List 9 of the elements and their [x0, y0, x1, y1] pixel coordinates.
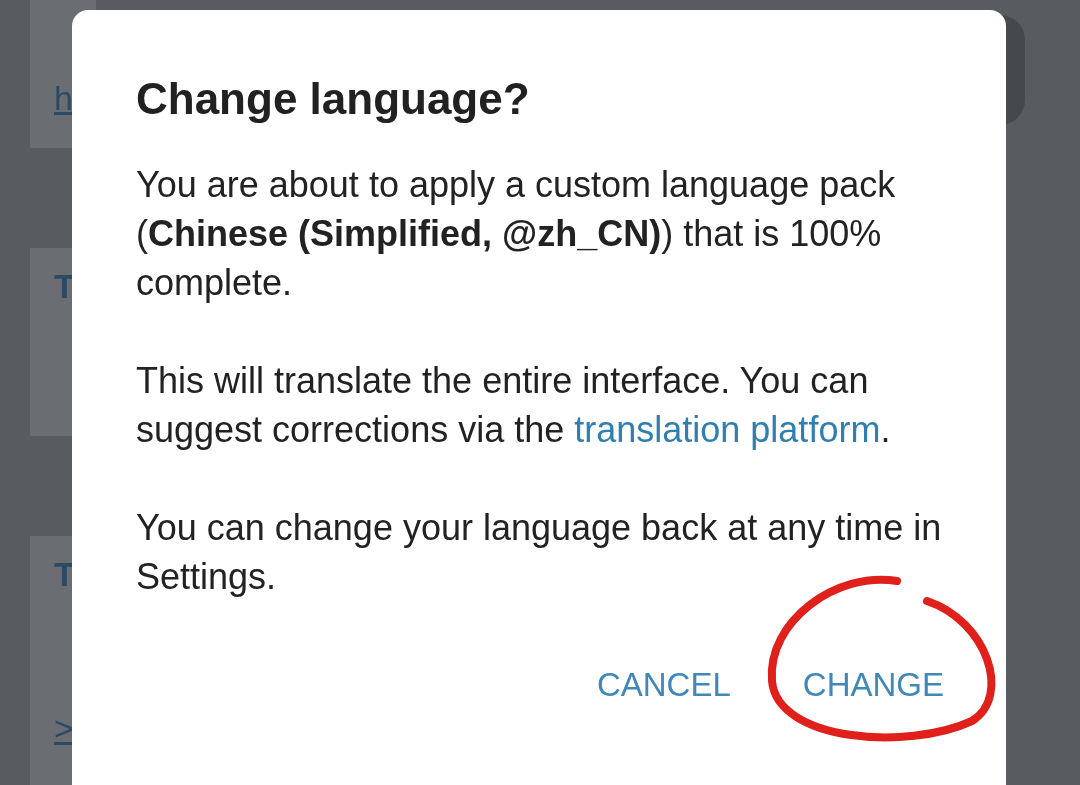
sender-name: T	[54, 554, 76, 594]
dialog-paragraph: You can change your language back at any time in Settings.	[136, 506, 943, 599]
change-button[interactable]: CHANGE	[786, 656, 960, 714]
sender-name: T	[54, 266, 76, 306]
dialog-paragraph: You are about to apply a custom language pack (Chinese (Simplified, @zh_CN)) that is 100% complete.	[136, 163, 897, 305]
translation-link[interactable]: translation platform	[574, 409, 881, 450]
dialog-title: Change language?	[136, 73, 531, 125]
cancel-button[interactable]: CANCEL	[580, 656, 747, 714]
dialog-paragraph: This will translate the entire interface. You can suggest corrections via the translation platform.	[136, 359, 892, 452]
